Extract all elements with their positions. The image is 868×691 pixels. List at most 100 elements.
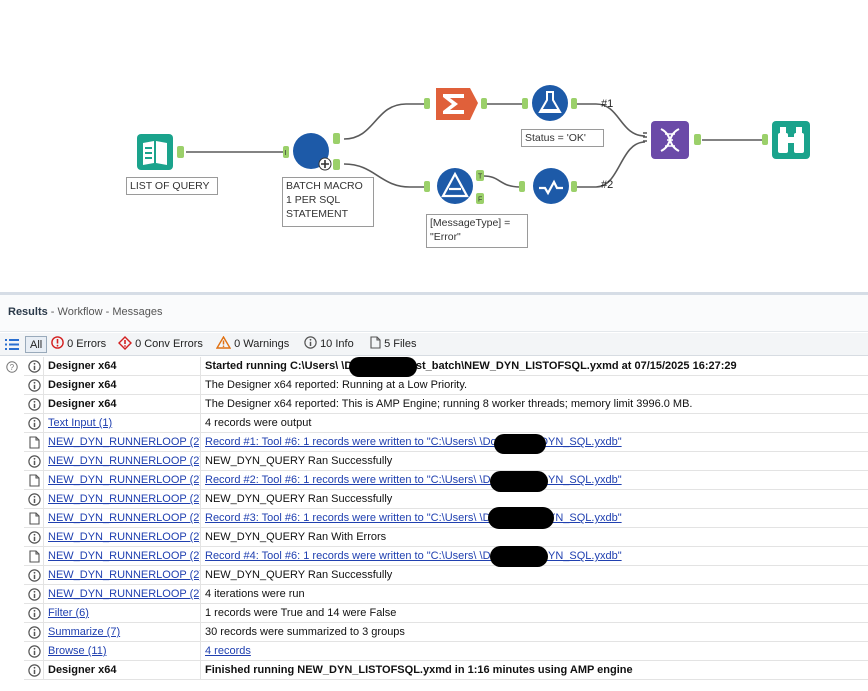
message-tool-name[interactable]: NEW_DYN_RUNNERLOOP (2) [45, 490, 201, 509]
list-view-icon[interactable] [5, 338, 19, 351]
message-text: 1 records were True and 14 were False [205, 607, 397, 619]
info-circle-icon [28, 607, 41, 620]
message-row[interactable]: Filter (6) 1 records were True and 14 wer… [24, 604, 868, 623]
message-tool-name[interactable]: NEW_DYN_RUNNERLOOP (2) [45, 547, 201, 566]
file-icon [29, 512, 40, 525]
message-tool-name[interactable]: NEW_DYN_RUNNERLOOP (2) [45, 452, 201, 471]
filter-warnings-button[interactable]: 0 Warnings [215, 335, 289, 353]
info-circle-icon [28, 626, 41, 639]
message-type-cell [24, 414, 44, 433]
message-row[interactable]: NEW_DYN_RUNNERLOOP (2) NEW_DYN_QUERY Ran … [24, 566, 868, 585]
message-tool-name: Designer x64 [45, 357, 201, 376]
info-circle-icon [304, 336, 317, 349]
info-circle-icon [28, 398, 41, 411]
redaction-mark [494, 434, 546, 454]
message-text: The Designer x64 reported: Running at a … [205, 379, 468, 391]
message-type-cell [24, 433, 44, 452]
message-type-cell [24, 395, 44, 414]
filter-tool[interactable]: T F [424, 167, 490, 210]
message-row[interactable]: Text Input (1) 4 records were output [24, 414, 868, 433]
message-row[interactable]: NEW_DYN_RUNNERLOOP (2) NEW_DYN_QUERY Ran … [24, 528, 868, 547]
message-type-cell [24, 623, 44, 642]
message-type-cell [24, 357, 44, 376]
message-row[interactable]: Designer x64 Finished running NEW_DYN_LIS… [24, 661, 868, 680]
message-type-cell [24, 661, 44, 680]
results-header: Results - Workflow - Messages [0, 295, 868, 332]
message-tool-name[interactable]: Text Input (1) [45, 414, 201, 433]
test-tool[interactable] [522, 85, 578, 126]
redaction-mark [490, 546, 548, 567]
message-type-cell [24, 490, 44, 509]
filter-all-button[interactable]: All [25, 336, 48, 353]
file-icon [29, 436, 40, 449]
filter-info-button[interactable]: 10 Info [304, 336, 354, 353]
filter-files-button[interactable]: 5 Files [370, 336, 416, 353]
message-text: 4 iterations were run [205, 588, 305, 600]
message-tool-name[interactable]: NEW_DYN_RUNNERLOOP (2) [45, 528, 201, 547]
file-icon [29, 550, 40, 563]
info-circle-icon [28, 455, 41, 468]
annotation-message-type-error: [MessageType] = "Error" [426, 214, 528, 248]
annotation-status-ok: Status = 'OK' [521, 129, 604, 147]
connection-wires [186, 103, 762, 188]
message-type-cell [24, 566, 44, 585]
message-log: Designer x64 Started running C:\Users\ \D… [24, 357, 868, 680]
message-row[interactable]: Designer x64 The Designer x64 reported: T… [24, 395, 868, 414]
message-row[interactable]: NEW_DYN_RUNNERLOOP (2) Record #2: Tool #6… [24, 471, 868, 490]
message-row[interactable]: Summarize (7) 30 records were summarized … [24, 623, 868, 642]
message-tool-name[interactable]: NEW_DYN_RUNNERLOOP (2) [45, 566, 201, 585]
redaction-mark [490, 471, 548, 492]
filter-conv-errors-button[interactable]: 0 Conv Errors [118, 336, 203, 353]
message-type-cell [24, 376, 44, 395]
message-text: Started running C:\Users\ \Downloads\tes… [205, 360, 737, 372]
info-circle-icon [28, 531, 41, 544]
text-input-tool[interactable] [137, 134, 189, 175]
summarize-tool[interactable] [424, 85, 490, 126]
message-tool-name[interactable]: Summarize (7) [45, 623, 201, 642]
message-text: NEW_DYN_QUERY Ran With Errors [205, 531, 387, 543]
filter-triangle-icon: T F [424, 168, 484, 204]
message-row[interactable]: Designer x64 Started running C:\Users\ \D… [24, 357, 868, 376]
message-text[interactable]: 4 records [202, 642, 868, 661]
message-text: Finished running NEW_DYN_LISTOFSQL.yxmd … [205, 664, 633, 676]
conv-error-diamond-icon [118, 336, 132, 350]
message-row[interactable]: NEW_DYN_RUNNERLOOP (2) 4 iterations were … [24, 585, 868, 604]
results-title: Results [8, 306, 48, 318]
message-row[interactable]: Browse (11) 4 records [24, 642, 868, 661]
message-tool-name[interactable]: Browse (11) [45, 642, 201, 661]
message-row[interactable]: NEW_DYN_RUNNERLOOP (2) Record #3: Tool #6… [24, 509, 868, 528]
message-row[interactable]: NEW_DYN_RUNNERLOOP (2) NEW_DYN_QUERY Ran … [24, 490, 868, 509]
message-tool-name: Designer x64 [45, 661, 201, 680]
file-icon [29, 474, 40, 487]
message-tool-name[interactable]: NEW_DYN_RUNNERLOOP (2) [45, 433, 201, 452]
message-type-cell [24, 509, 44, 528]
checkmark-circle-icon [519, 168, 577, 204]
results-panel: Results - Workflow - Messages All 0 Erro… [0, 292, 868, 691]
message-row[interactable]: NEW_DYN_RUNNERLOOP (2) Record #1: Tool #6… [24, 433, 868, 452]
batch-macro-tool[interactable]: I [283, 133, 345, 176]
help-icon[interactable]: ? [6, 361, 18, 373]
info-circle-icon [28, 417, 41, 430]
workflow-canvas[interactable]: LIST OF QUERY I BATCH MACRO 1 PER SQL ST… [0, 0, 868, 292]
filter-errors-button[interactable]: 0 Errors [51, 336, 106, 353]
union-tool[interactable] [643, 121, 705, 162]
message-tool-name[interactable]: NEW_DYN_RUNNERLOOP (2) [45, 509, 201, 528]
message-tool-name[interactable]: NEW_DYN_RUNNERLOOP (2) [45, 585, 201, 604]
message-tool-name[interactable]: NEW_DYN_RUNNERLOOP (2) [45, 471, 201, 490]
message-tool-name[interactable]: Filter (6) [45, 604, 201, 623]
message-row[interactable]: NEW_DYN_RUNNERLOOP (2) NEW_DYN_QUERY Ran … [24, 452, 868, 471]
results-breadcrumb: - Workflow - Messages [47, 306, 163, 318]
message-text: 4 records were output [205, 417, 312, 429]
message-tool-name: Designer x64 [45, 395, 201, 414]
browse-tool[interactable] [762, 121, 812, 164]
message-tool[interactable] [519, 168, 579, 209]
message-text: The Designer x64 reported: This is AMP E… [205, 398, 693, 410]
file-icon [370, 336, 381, 349]
message-row[interactable]: Designer x64 The Designer x64 reported: R… [24, 376, 868, 395]
message-row[interactable]: NEW_DYN_RUNNERLOOP (2) Record #4: Tool #6… [24, 547, 868, 566]
wire-label-2: #2 [601, 179, 614, 191]
warning-triangle-icon [215, 335, 232, 349]
sigma-icon [424, 88, 487, 120]
info-circle-icon [28, 569, 41, 582]
message-text: 30 records were summarized to 3 groups [205, 626, 405, 638]
